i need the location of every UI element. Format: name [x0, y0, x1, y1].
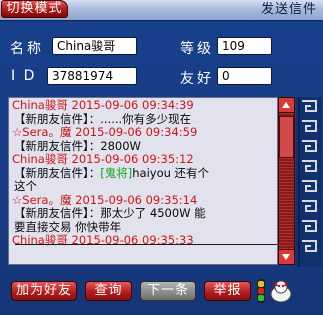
friendliness-field: 0 — [217, 67, 272, 85]
add-friend-button[interactable]: 加为好友 — [11, 281, 77, 301]
message-tag: 【新朋友信件】： — [14, 111, 101, 126]
message-item: China骏哥 2015-09-06 09:34:39 【新朋友信件】：....… — [12, 98, 277, 126]
query-button[interactable]: 查询 — [85, 281, 132, 301]
message-text: 2800W — [100, 138, 141, 153]
message-text-continued: 要直接交易 你快带年 — [14, 219, 122, 234]
window-title: 发送信件 — [260, 2, 317, 17]
message-item: ☆Sera。魔 2015-09-06 09:35:14 【新朋友信件】：那太少了… — [12, 192, 277, 235]
message-time: 2015-09-06 09:34:39 — [71, 98, 194, 112]
name-label: 名称 — [10, 41, 44, 57]
title-bar: 切换模式 发送信件 — [0, 0, 323, 21]
friendliness-label: 友好 — [180, 71, 214, 87]
switch-mode-button[interactable]: 切换模式 — [1, 0, 68, 18]
message-text: haiyou 还有个 — [132, 165, 210, 180]
message-scrollbar[interactable] — [278, 97, 295, 265]
message-sender: ☆Sera。魔 — [12, 192, 72, 207]
message-tag: 【新朋友信件】： — [14, 206, 101, 220]
message-list: China骏哥 2015-09-06 09:34:39 【新朋友信件】：....… — [12, 98, 277, 248]
message-tag: 【新朋友信件】： — [14, 138, 101, 153]
level-field: 109 — [217, 37, 272, 55]
message-time: 2015-09-06 09:35:12 — [71, 152, 194, 166]
letter-window: 切换模式 发送信件 名称 China骏哥 等级 109 I D 37881974… — [0, 0, 323, 315]
scroll-thumb[interactable] — [279, 116, 294, 158]
message-panel[interactable]: China骏哥 2015-09-06 09:34:39 【新朋友信件】：....… — [8, 97, 278, 265]
signal-light-icon — [257, 279, 265, 303]
scroll-up-arrow-icon[interactable] — [279, 98, 294, 113]
message-sender: ☆Sera。魔 — [12, 125, 72, 139]
item-link[interactable]: [鬼将] — [100, 166, 132, 180]
name-field: China骏哥 — [52, 37, 137, 55]
message-item: China骏哥 2015-09-06 09:35:33 — [12, 233, 277, 248]
id-field: 37881974 — [47, 67, 137, 85]
message-sender: China骏哥 — [12, 152, 68, 166]
fret-pattern-decoration — [296, 97, 322, 267]
message-time: 2015-09-06 09:35:14 — [75, 192, 198, 207]
message-text-continued: 这个 — [14, 179, 37, 193]
message-time: 2015-09-06 09:34:59 — [75, 125, 198, 139]
message-text: ......你有多少现在 — [100, 111, 192, 126]
id-label: I D — [11, 68, 37, 84]
message-item: China骏哥 2015-09-06 09:35:12 【新朋友信件】：[鬼将]… — [12, 152, 277, 194]
message-sender: China骏哥 — [12, 98, 68, 112]
message-text: 那太少了 4500W 能 — [100, 206, 206, 220]
next-message-button[interactable]: 下一条 — [140, 281, 196, 301]
pet-mascot-icon[interactable] — [268, 278, 294, 304]
message-tag: 【新朋友信件】： — [14, 165, 101, 180]
report-button[interactable]: 举报 — [204, 281, 251, 301]
level-label: 等级 — [180, 41, 214, 57]
message-item: ☆Sera。魔 2015-09-06 09:34:59 【新朋友信件】：2800… — [12, 125, 277, 153]
scroll-down-arrow-icon[interactable] — [279, 249, 294, 264]
bottom-divider — [15, 244, 277, 245]
